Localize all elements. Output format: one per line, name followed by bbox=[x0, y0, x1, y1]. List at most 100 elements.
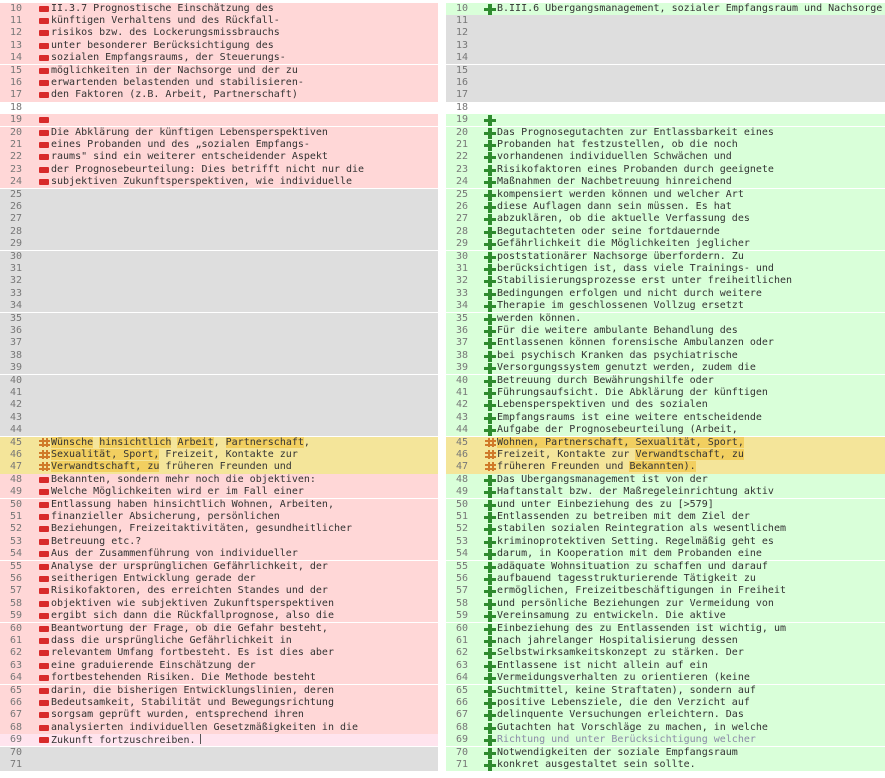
right-diff-line[interactable]: 69 Richtung und unter Berücksichtigung we… bbox=[446, 734, 885, 747]
right-diff-line[interactable]: 62 Selbstwirksamkeitskonzept zu stärken. … bbox=[446, 647, 885, 660]
right-diff-line[interactable]: 34 Therapie im geschlossenen Vollzug erse… bbox=[446, 300, 885, 313]
left-diff-line[interactable]: 37 bbox=[0, 337, 438, 350]
right-diff-line[interactable]: 13 bbox=[446, 39, 885, 53]
right-diff-line[interactable]: 20 Das Prognosegutachten zur Entlassbarke… bbox=[446, 126, 885, 139]
left-diff-line[interactable]: 59 ergibt sich dann die Rückfallprognose,… bbox=[0, 610, 438, 623]
left-diff-line[interactable]: 28 bbox=[0, 225, 438, 239]
left-diff-line[interactable]: 11 künftigen Verhaltens und des Rückfall- bbox=[0, 14, 438, 28]
right-diff-pane[interactable]: 10 B.III.6 Übergangsmanagement, sozialer … bbox=[446, 0, 885, 778]
left-diff-line[interactable]: 27 bbox=[0, 213, 438, 226]
right-diff-line[interactable]: 70 Notwendigkeiten der soziale Empfangsra… bbox=[446, 746, 885, 759]
left-diff-line[interactable]: 45 Wünsche hinsichtlich Arbeit, Partnersc… bbox=[0, 436, 438, 449]
right-diff-line[interactable]: 71 konkret ausgestaltet sein sollte. bbox=[446, 758, 885, 772]
right-diff-line[interactable]: 25 kompensiert werden können und welcher … bbox=[446, 188, 885, 201]
right-diff-line[interactable]: 43 Empfangsraums ist eine weitere entsche… bbox=[446, 411, 885, 425]
left-diff-line[interactable]: 41 bbox=[0, 386, 438, 400]
right-diff-line[interactable]: 32 Stabilisierungsprozesse erst unter fre… bbox=[446, 275, 885, 288]
right-diff-line[interactable]: 44 Aufgabe der Prognosebeurteilung (Arbei… bbox=[446, 424, 885, 437]
left-diff-line[interactable]: 20 Die Abklärung der künftigen Lebenspers… bbox=[0, 126, 438, 139]
right-diff-line[interactable]: 51 Entlassenden zu betreiben mit dem Ziel… bbox=[446, 510, 885, 524]
left-diff-line[interactable]: 35 bbox=[0, 312, 438, 325]
right-diff-line[interactable]: 63 Entlassene ist nicht allein auf ein bbox=[446, 659, 885, 673]
right-diff-line[interactable]: 19 bbox=[446, 114, 885, 127]
right-diff-line[interactable]: 28 Begutachteten oder seine fortdauernde bbox=[446, 225, 885, 239]
right-diff-line[interactable]: 54 darum, in Kooperation mit dem Probande… bbox=[446, 548, 885, 561]
left-diff-line[interactable]: 67 sorgsam geprüft wurden, entsprechend i… bbox=[0, 709, 438, 722]
right-diff-line[interactable]: 33 Bedingungen erfolgen und nicht durch w… bbox=[446, 287, 885, 301]
right-diff-line[interactable]: 24 Maßnahmen der Nachbetreuung hinreichen… bbox=[446, 176, 885, 189]
left-diff-line[interactable]: 29 bbox=[0, 238, 438, 251]
left-diff-line[interactable]: 61 dass die ursprüngliche Gefährlichkeit … bbox=[0, 634, 438, 648]
left-diff-line[interactable]: 17 den Faktoren (z.B. Arbeit, Partnerscha… bbox=[0, 89, 438, 102]
left-diff-line[interactable]: 53 Betreuung etc.? bbox=[0, 535, 438, 549]
left-diff-line[interactable]: 12 risikos bzw. des Lockerungsmissbrauchs bbox=[0, 27, 438, 40]
right-diff-line[interactable]: 21 Probanden hat festzustellen, ob die no… bbox=[446, 138, 885, 152]
right-diff-line[interactable]: 60 Einbeziehung des zu Entlassenden ist w… bbox=[446, 622, 885, 635]
left-diff-line[interactable]: 57 Risikofaktoren, des erreichten Standes… bbox=[0, 585, 438, 598]
left-diff-line[interactable]: 15 möglichkeiten in der Nachsorge und der… bbox=[0, 64, 438, 77]
left-diff-line[interactable]: 13 unter besonderer Berücksichtigung des bbox=[0, 39, 438, 53]
left-diff-line[interactable]: 70 bbox=[0, 746, 438, 759]
right-diff-line[interactable]: 52 stabilen sozialen Reintegration als we… bbox=[446, 523, 885, 536]
left-diff-line[interactable]: 21 eines Probanden und des „sozialen Empf… bbox=[0, 138, 438, 152]
right-diff-line[interactable]: 14 bbox=[446, 52, 885, 65]
left-diff-line[interactable]: 71 bbox=[0, 758, 438, 772]
right-diff-line[interactable]: 18 bbox=[446, 101, 885, 115]
left-diff-line[interactable]: 69 Zukunft fortzuschreiben. bbox=[0, 734, 438, 747]
left-diff-line[interactable]: 36 bbox=[0, 324, 438, 338]
left-diff-line[interactable]: 44 bbox=[0, 424, 438, 437]
right-diff-line[interactable]: 10 B.III.6 Übergangsmanagement, sozialer … bbox=[446, 2, 885, 15]
right-diff-line[interactable]: 46 Freizeit, Kontakte zur Verwandtschaft,… bbox=[446, 448, 885, 462]
right-diff-line[interactable]: 38 bei psychisch Kranken das psychiatrisc… bbox=[446, 349, 885, 363]
right-diff-line[interactable]: 39 Versorgungssystem genutzt werden, zude… bbox=[446, 362, 885, 375]
right-diff-line[interactable]: 57 ermöglichen, Freizeitbeschäftigungen i… bbox=[446, 585, 885, 598]
right-diff-line[interactable]: 59 Vereinsamung zu entwickeln. Die aktive bbox=[446, 610, 885, 623]
right-diff-line[interactable]: 47 früheren Freunden und Bekannten). bbox=[446, 461, 885, 474]
left-diff-line[interactable]: 49 Welche Möglichkeiten wird er im Fall e… bbox=[0, 486, 438, 499]
right-diff-line[interactable]: 30 poststationärer Nachsorge überfordern.… bbox=[446, 250, 885, 263]
left-diff-line[interactable]: 22 raums" sind ein weiterer entscheidende… bbox=[0, 151, 438, 164]
left-diff-line[interactable]: 66 Bedeutsamkeit, Stabilität und Bewegung… bbox=[0, 696, 438, 710]
left-diff-line[interactable]: 58 objektiven wie subjektiven Zukunftsper… bbox=[0, 597, 438, 611]
right-diff-line[interactable]: 15 bbox=[446, 64, 885, 77]
left-diff-line[interactable]: 32 bbox=[0, 275, 438, 288]
right-diff-line[interactable]: 50 und unter Einbeziehung des zu [>579] bbox=[446, 498, 885, 511]
right-diff-line[interactable]: 26 diese Auflagen dann sein müssen. Es ha… bbox=[446, 200, 885, 214]
right-diff-line[interactable]: 55 adäquate Wohnsituation zu schaffen und… bbox=[446, 560, 885, 573]
right-diff-line[interactable]: 49 Haftanstalt bzw. der Maßregeleinrichtu… bbox=[446, 486, 885, 499]
left-diff-line[interactable]: 62 relevantem Umfang fortbesteht. Es ist … bbox=[0, 647, 438, 660]
right-diff-line[interactable]: 22 vorhandenen individuellen Schwächen un… bbox=[446, 151, 885, 164]
left-diff-pane[interactable]: 10 II.3.7 Prognostische Einschätzung des 1… bbox=[0, 0, 438, 778]
left-diff-line[interactable]: 24 subjektiven Zukunftsperspektiven, wie … bbox=[0, 176, 438, 189]
right-diff-line[interactable]: 56 aufbauend tagesstrukturierende Tätigke… bbox=[446, 572, 885, 586]
right-diff-line[interactable]: 65 Suchtmittel, keine Straftaten), sonder… bbox=[446, 684, 885, 697]
left-diff-line[interactable]: 50 Entlassung haben hinsichtlich Wohnen, … bbox=[0, 498, 438, 511]
left-diff-line[interactable]: 40 bbox=[0, 374, 438, 387]
left-diff-line[interactable]: 65 darin, die bisherigen Entwicklungslini… bbox=[0, 684, 438, 697]
left-diff-line[interactable]: 56 seitherigen Entwicklung gerade der bbox=[0, 572, 438, 586]
pane-divider[interactable] bbox=[438, 0, 446, 778]
left-diff-line[interactable]: 39 bbox=[0, 362, 438, 375]
right-diff-line[interactable]: 27 abzuklären, ob die aktuelle Verfassung… bbox=[446, 213, 885, 226]
right-diff-line[interactable]: 61 nach jahrelanger Hospitalisierung dess… bbox=[446, 634, 885, 648]
right-diff-line[interactable]: 45 Wohnen, Partnerschaft, Sexualität, Spo… bbox=[446, 436, 885, 449]
right-diff-line[interactable]: 40 Betreuung durch Bewährungshilfe oder bbox=[446, 374, 885, 387]
left-diff-line[interactable]: 16 erwartenden belastenden und stabilisie… bbox=[0, 76, 438, 90]
left-diff-line[interactable]: 10 II.3.7 Prognostische Einschätzung des bbox=[0, 2, 438, 15]
right-diff-line[interactable]: 35 werden können. bbox=[446, 312, 885, 325]
left-diff-line[interactable]: 52 Beziehungen, Freizeitaktivitäten, gesu… bbox=[0, 523, 438, 536]
left-diff-line[interactable]: 23 der Prognosebeurteilung: Dies betrifft… bbox=[0, 163, 438, 177]
right-diff-line[interactable]: 12 bbox=[446, 27, 885, 40]
left-diff-line[interactable]: 51 finanzieller Absicherung, persönlichen bbox=[0, 510, 438, 524]
left-diff-line[interactable]: 68 analysierten individuellen Gesetzmäßig… bbox=[0, 721, 438, 735]
right-diff-line[interactable]: 64 Vermeidungsverhalten zu orientieren (k… bbox=[446, 672, 885, 685]
left-diff-line[interactable]: 46 Sexualität, Sport, Freizeit, Kontakte … bbox=[0, 448, 438, 462]
left-diff-line[interactable]: 26 bbox=[0, 200, 438, 214]
left-diff-line[interactable]: 63 eine graduierende Einschätzung der bbox=[0, 659, 438, 673]
left-diff-line[interactable]: 42 bbox=[0, 399, 438, 412]
right-diff-line[interactable]: 68 Gutachten hat Vorschläge zu machen, in… bbox=[446, 721, 885, 735]
left-diff-line[interactable]: 55 Analyse der ursprünglichen Gefährlichk… bbox=[0, 560, 438, 573]
left-diff-line[interactable]: 14 sozialen Empfangsraums, der Steuerungs… bbox=[0, 52, 438, 65]
right-diff-line[interactable]: 29 Gefährlichkeit die Möglichkeiten jegli… bbox=[446, 238, 885, 251]
left-diff-line[interactable]: 43 bbox=[0, 411, 438, 425]
